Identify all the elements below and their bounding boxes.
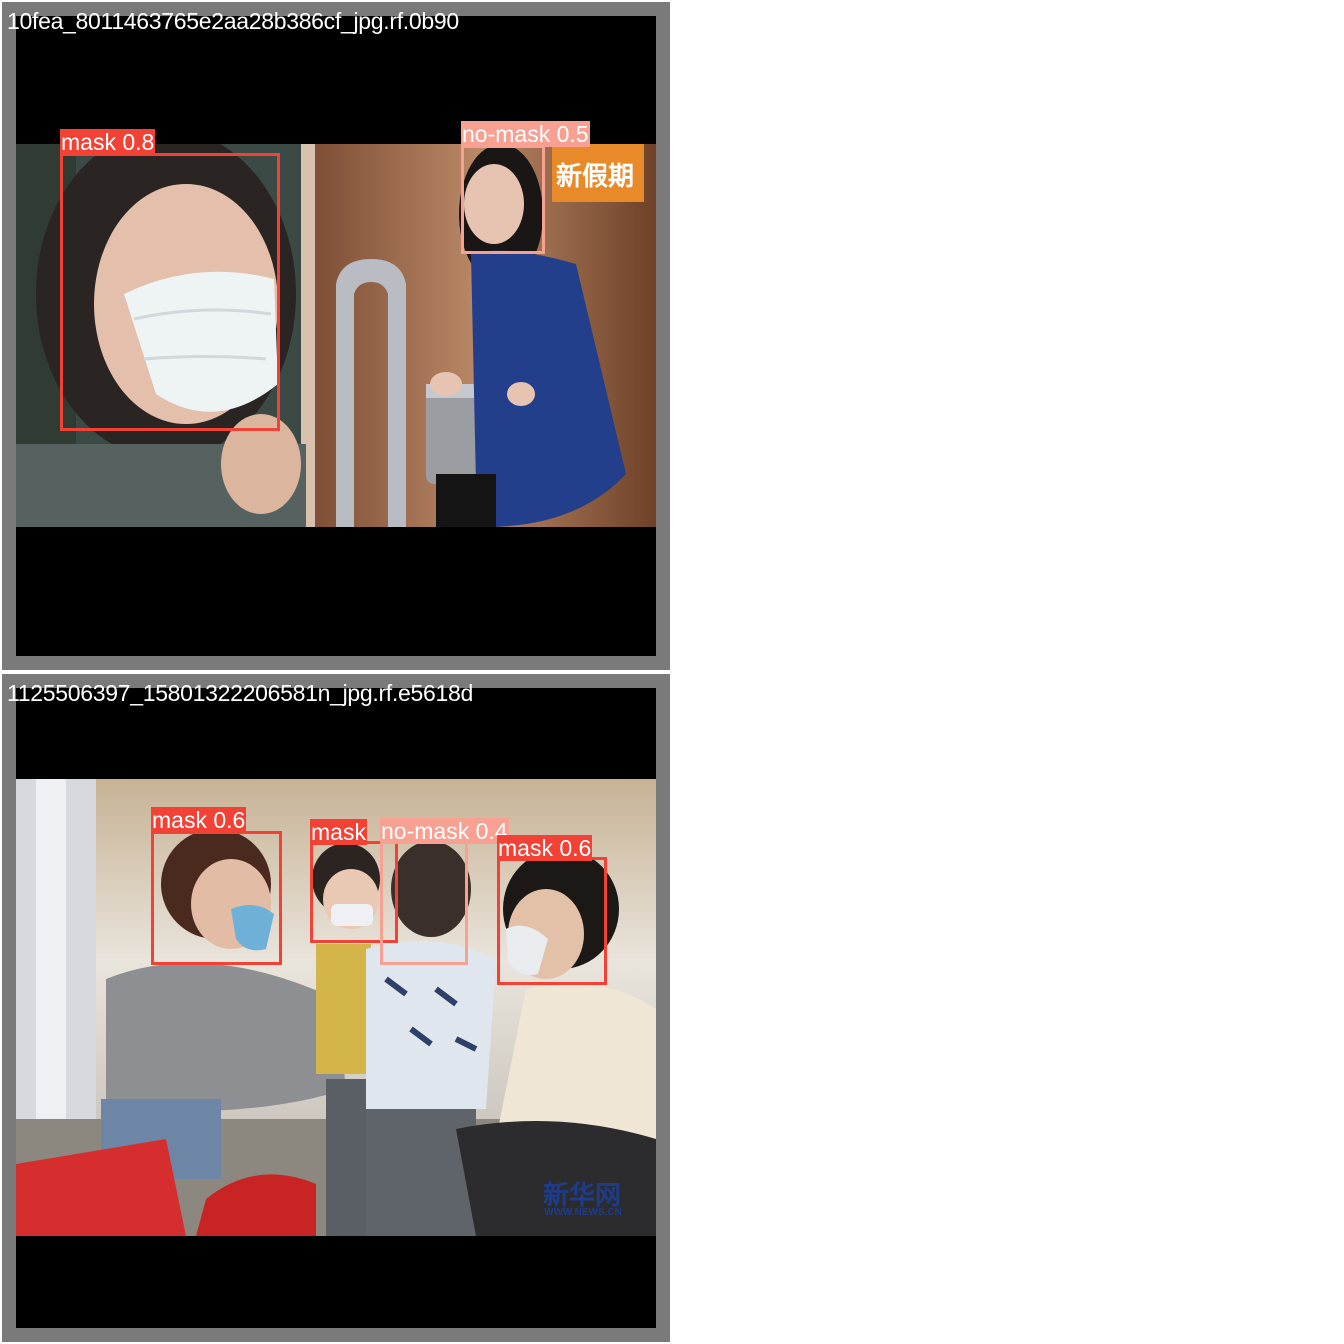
- detection-box-no-mask: [380, 841, 468, 965]
- detection-label: mask 0.6: [151, 807, 247, 833]
- image-tile-2[interactable]: 新华网 WWW.NEWS.CN mask 0.6 mask no-mask 0.…: [0, 672, 672, 1344]
- image-filename: 1125506397_15801322206581n_jpg.rf.e5618d: [7, 680, 473, 706]
- watermark-subtext: WWW.NEWS.CN: [544, 1207, 622, 1218]
- detection-box-mask: [497, 857, 607, 985]
- image-tile-1[interactable]: 新假期 mask 0.8 no-mask 0.5 10fea_801146376…: [0, 0, 672, 672]
- detection-label: no-mask 0.5: [461, 121, 590, 147]
- watermark-logo: 新假期: [556, 161, 635, 191]
- detection-box-mask: [151, 831, 282, 965]
- detection-label: no-mask 0.4: [380, 818, 509, 844]
- image-canvas: 新假期 mask 0.8 no-mask 0.5: [16, 16, 656, 656]
- image-filename: 10fea_8011463765e2aa28b386cf_jpg.rf.0b90: [7, 8, 459, 34]
- detection-box-no-mask: [461, 145, 545, 254]
- detection-label: mask: [310, 819, 367, 845]
- detection-box-mask: [60, 153, 280, 431]
- image-canvas: 新华网 WWW.NEWS.CN mask 0.6 mask no-mask 0.…: [16, 688, 656, 1328]
- detection-label: mask 0.8: [60, 129, 156, 155]
- detection-label: mask 0.6: [497, 835, 593, 861]
